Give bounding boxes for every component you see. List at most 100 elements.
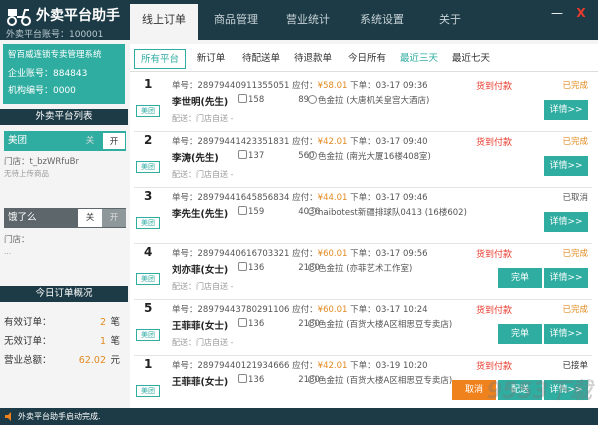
order-price: ¥42.01 xyxy=(317,361,348,371)
tab-online-orders[interactable]: 线上订单 xyxy=(130,4,198,42)
delivery-info: 配送：门店自送 - xyxy=(172,338,234,347)
filter-last-7-days[interactable]: 最近七天 xyxy=(448,49,494,69)
platform-row-eleme: 饿了么 关 开 xyxy=(4,208,126,228)
platform-list-title: 外卖平台列表 xyxy=(0,109,128,125)
customer-name: 李先生(先生) xyxy=(172,209,229,220)
order-list: 1 美团 单号：28979440911355051 应付：¥58.01 下单：0… xyxy=(130,76,598,408)
platform-toggle[interactable]: 关 开 xyxy=(78,132,126,150)
details-button[interactable]: 详情>> xyxy=(544,324,588,344)
payment-type: 货到付款 xyxy=(476,250,513,260)
phone-icon xyxy=(238,374,247,383)
stat-invalid-orders: 无效订单： 1 笔 xyxy=(4,332,124,351)
customer-name: 李世明(先生) xyxy=(172,97,229,108)
details-button[interactable]: 详情>> xyxy=(544,212,588,232)
platform-row-meituan: 美团 关 开 xyxy=(4,131,126,151)
order-time: 下单：03-17 09:40 xyxy=(350,137,428,147)
stat-label: 无效订单： xyxy=(4,336,52,347)
sidebar: 智百威连锁专卖管理系统 企业账号：884843 机构编号：0000 外卖平台列表… xyxy=(0,40,128,408)
platform-info-eleme: 门店： ... xyxy=(4,234,126,258)
merchant-info: 智百威连锁专卖管理系统 企业账号：884843 机构编号：0000 xyxy=(3,44,125,104)
stat-value: 62.02 xyxy=(78,355,106,366)
customer-name: 王菲菲(女士) xyxy=(172,377,229,388)
tab-business-stats[interactable]: 营业统计 xyxy=(278,0,338,40)
customer-address: 色金拉 (亦菲艺术工作室) xyxy=(308,262,412,274)
stat-label: 有效订单： xyxy=(4,317,52,328)
customer-address: 色金拉 (南光大厦16楼408室) xyxy=(308,150,431,162)
tab-about[interactable]: 关于 xyxy=(430,0,470,40)
order-index: 2 xyxy=(144,133,153,147)
payment-type: 货到付款 xyxy=(476,138,513,148)
delivery-info: 配送：门店自送 - xyxy=(172,114,234,123)
stat-total-revenue: 营业总额： 62.02 元 xyxy=(4,351,124,370)
person-icon xyxy=(308,263,317,272)
order-meta: 单号：28979441645856834 应付：¥44.01 下单：03-17 … xyxy=(172,191,428,203)
today-stats: 有效订单： 2 笔 无效订单： 1 笔 营业总额： 62.02 元 xyxy=(4,313,124,370)
due-label: 应付： xyxy=(292,81,318,91)
person-icon xyxy=(308,375,317,384)
customer-phone: 158 89 xyxy=(238,94,309,105)
order-row: 1 美团 单号：28979440911355051 应付：¥58.01 下单：0… xyxy=(134,76,592,132)
toggle-off[interactable]: 关 xyxy=(78,209,102,227)
filter-today-all[interactable]: 今日所有 xyxy=(344,49,390,69)
platform-badge: 美团 xyxy=(136,217,160,229)
stat-value: 1 xyxy=(99,336,106,347)
order-index: 5 xyxy=(144,301,153,315)
due-label: 应付： xyxy=(292,305,318,315)
phone-icon xyxy=(238,262,247,271)
order-number: 单号：28979440121934666 xyxy=(172,361,290,371)
tab-system-settings[interactable]: 系统设置 xyxy=(352,0,412,40)
platform-toggle[interactable]: 关 开 xyxy=(78,209,126,227)
order-index: 1 xyxy=(144,357,153,371)
order-status: 已完成 xyxy=(562,137,588,147)
complete-button[interactable]: 完单 xyxy=(498,268,542,288)
filter-pending-refund[interactable]: 待退款单 xyxy=(290,49,336,69)
minimize-button[interactable]: — xyxy=(550,6,564,20)
customer-phone: 137 560 xyxy=(238,150,314,161)
close-button[interactable]: X xyxy=(574,6,588,20)
order-filter-tabs: 所有平台 新订单 待配送单 待退款单 今日所有 最近三天 最近七天 xyxy=(130,44,598,72)
stat-valid-orders: 有效订单： 2 笔 xyxy=(4,313,124,332)
order-meta: 单号：28979440911355051 应付：¥58.01 下单：03-17 … xyxy=(172,79,428,91)
order-number: 单号：28979443780291106 xyxy=(172,305,290,315)
customer-address: 色金拉 (大唐机关皇宫大酒店) xyxy=(308,94,429,106)
platform-badge: 美团 xyxy=(136,385,160,397)
order-price: ¥60.01 xyxy=(317,305,348,315)
platform-badge: 美团 xyxy=(136,329,160,341)
toggle-on[interactable]: 开 xyxy=(102,209,126,227)
platform-info-meituan: 门店：t_bzWRfuBr 无待上传商品 xyxy=(4,156,126,180)
customer-address: 色金拉 (百货大楼A区相思豆专卖店) xyxy=(308,374,452,386)
toggle-off[interactable]: 关 xyxy=(78,132,102,150)
customer-address: 色金拉 (百货大楼A区相思豆专卖店) xyxy=(308,318,452,330)
order-price: ¥60.01 xyxy=(317,249,348,259)
address-text: 色金拉 (大唐机关皇宫大酒店) xyxy=(318,96,430,106)
platform-badge: 美团 xyxy=(136,105,160,117)
address-text: 色金拉 (百货大楼A区相思豆专卖店) xyxy=(318,320,453,330)
address-text: haibotest新疆排球队0413 (16楼602) xyxy=(318,208,467,218)
order-number: 单号：28979440911355051 xyxy=(172,81,290,91)
filter-all-platforms[interactable]: 所有平台 xyxy=(134,49,186,69)
details-button[interactable]: 详情>> xyxy=(544,156,588,176)
due-label: 应付： xyxy=(292,361,318,371)
phone-icon xyxy=(238,206,247,215)
address-text: 色金拉 (百货大楼A区相思豆专卖店) xyxy=(318,376,453,386)
order-meta: 单号：28979440616703321 应付：¥60.01 下单：03-17 … xyxy=(172,247,428,259)
toggle-on[interactable]: 开 xyxy=(102,132,126,150)
filter-pending-delivery[interactable]: 待配送单 xyxy=(238,49,284,69)
platform-name: 美团 xyxy=(8,135,28,146)
order-number: 单号：28979441645856834 xyxy=(172,193,290,203)
payment-type: 货到付款 xyxy=(476,82,513,92)
account-id: 外卖平台账号：100001 xyxy=(6,30,104,40)
complete-button[interactable]: 完单 xyxy=(498,324,542,344)
brand: 外卖平台助手 外卖平台账号：100001 xyxy=(6,4,130,40)
order-row: 3 美团 单号：28979441645856834 应付：¥44.01 下单：0… xyxy=(134,188,592,244)
filter-last-3-days[interactable]: 最近三天 xyxy=(396,49,442,69)
tab-product-management[interactable]: 商品管理 xyxy=(206,0,266,40)
details-button[interactable]: 详情>> xyxy=(544,268,588,288)
speaker-icon xyxy=(5,412,11,421)
enterprise-account: 企业账号：884843 xyxy=(8,69,88,79)
details-button[interactable]: 详情>> xyxy=(544,100,588,120)
due-label: 应付： xyxy=(292,137,318,147)
filter-new-orders[interactable]: 新订单 xyxy=(192,49,230,69)
scooter-icon xyxy=(7,9,31,26)
stat-label: 营业总额： xyxy=(4,355,52,366)
